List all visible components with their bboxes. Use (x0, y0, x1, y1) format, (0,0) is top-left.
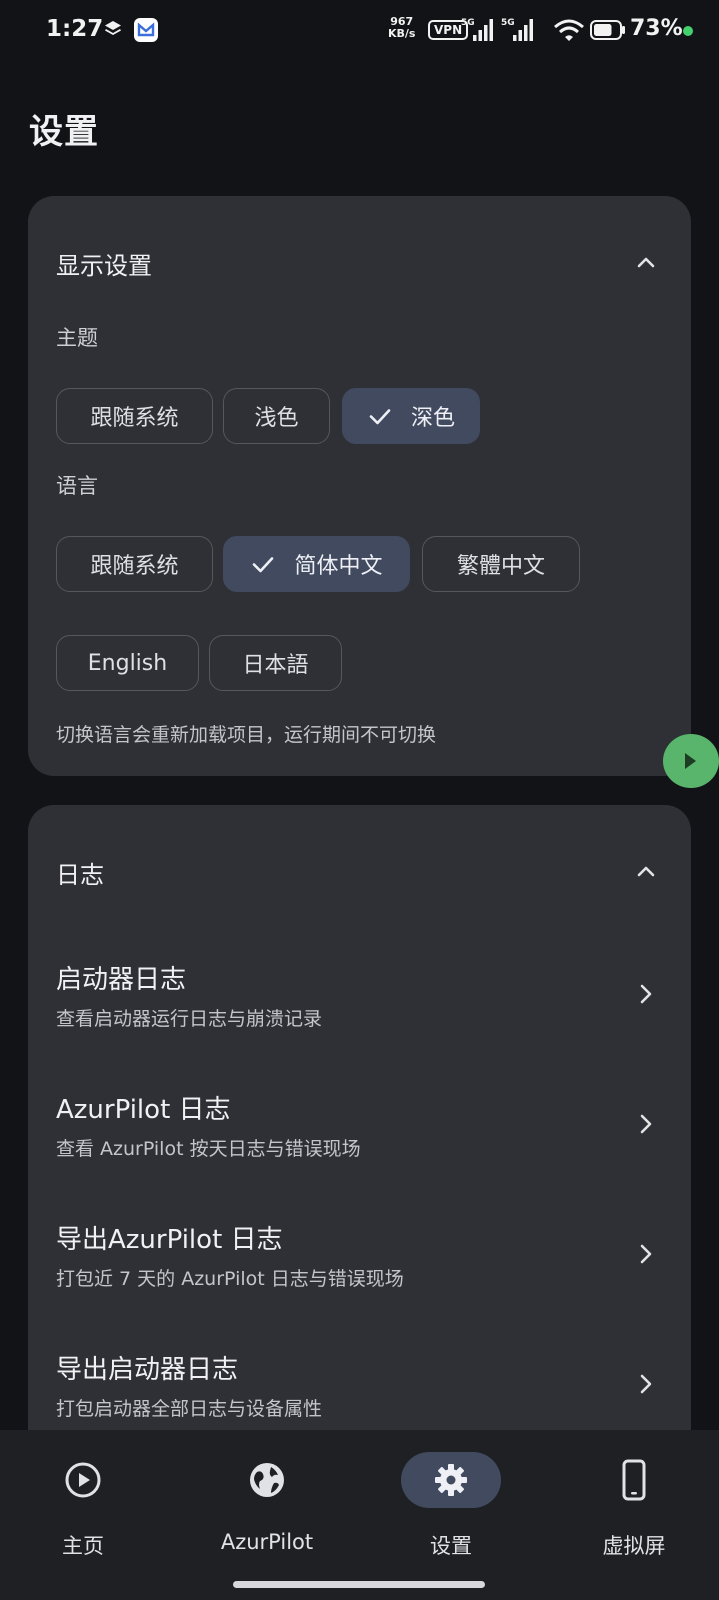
battery-icon (590, 20, 625, 40)
language-switch-hint: 切换语言会重新加载项目，运行期间不可切换 (56, 724, 437, 746)
gear-icon (435, 1464, 467, 1496)
check-icon (253, 557, 274, 573)
chevron-right-icon (640, 1114, 652, 1134)
theme-option-dark[interactable]: 深色 (342, 388, 480, 444)
chevron-right-icon (640, 1244, 652, 1264)
language-label: 语言 (56, 474, 98, 498)
nav-label: 设置 (430, 1534, 472, 1558)
log-item-subtitle: 打包启动器全部日志与设备属性 (56, 1398, 323, 1420)
mail-app-icon (134, 18, 158, 42)
battery-percent: 73% (630, 16, 683, 41)
cell-signal-icon: 5G (501, 18, 533, 41)
language-option-japanese[interactable]: 日本語 (209, 635, 342, 691)
chip-label: 跟随系统 (90, 554, 179, 579)
log-item-subtitle: 查看启动器运行日志与崩溃记录 (56, 1008, 323, 1030)
status-time: 1:27 (46, 16, 104, 42)
language-option-english[interactable]: English (56, 635, 199, 691)
log-item-export-azurpilot-logs[interactable]: 导出AzurPilot 日志 打包近 7 天的 AzurPilot 日志与错误现… (28, 1219, 691, 1329)
nav-item-virtual-screen[interactable]: 虚拟屏 (544, 1430, 719, 1570)
log-item-azurpilot-logs[interactable]: AzurPilot 日志 查看 AzurPilot 按天日志与错误现场 (28, 1089, 691, 1199)
chevron-up-icon[interactable] (633, 250, 659, 276)
nav-icon-container (217, 1452, 317, 1508)
chip-label: 深色 (410, 406, 455, 431)
floating-run-button[interactable] (663, 734, 719, 788)
home-indicator-bar[interactable] (233, 1581, 485, 1588)
nav-item-azurpilot[interactable]: AzurPilot (177, 1430, 357, 1570)
battery-fill (594, 24, 612, 36)
play-icon (685, 753, 696, 769)
network-speed-unit: KB/s (388, 27, 416, 40)
log-item-title: 启动器日志 (56, 965, 187, 995)
chip-label: 简体中文 (294, 554, 383, 579)
cell-signal-icon: 5G (461, 18, 493, 41)
chip-label: English (87, 650, 168, 676)
chip-label: 繁體中文 (456, 554, 545, 579)
log-item-launcher-logs[interactable]: 启动器日志 查看启动器运行日志与崩溃记录 (28, 959, 691, 1069)
display-settings-title: 显示设置 (56, 252, 152, 280)
phone-icon (622, 1459, 646, 1501)
language-option-simplified-chinese[interactable]: 简体中文 (223, 536, 410, 592)
settings-screen: 1:27 967 KB/s VPN 5G 5G 73% 设置 显示设置 主题 跟… (0, 0, 719, 1600)
chip-label: 浅色 (254, 406, 299, 431)
nav-icon-container (33, 1452, 133, 1508)
chip-label: 跟随系统 (90, 406, 179, 431)
chevron-right-icon (640, 984, 652, 1004)
nav-label: 虚拟屏 (602, 1534, 666, 1558)
play-circle-icon (65, 1462, 101, 1498)
nav-item-home[interactable]: 主页 (0, 1430, 173, 1570)
signal-1-label: 5G (461, 18, 475, 28)
log-item-title: 导出AzurPilot 日志 (56, 1225, 283, 1255)
language-option-traditional-chinese[interactable]: 繁體中文 (422, 536, 580, 592)
layers-icon (105, 21, 121, 35)
bottom-navigation: 主页 AzurPilot 设置 虚拟屏 (0, 1430, 719, 1600)
logs-title: 日志 (56, 861, 104, 889)
display-settings-card: 显示设置 主题 跟随系统 浅色 深色 语言 跟随系统 简体中文 繁體中文 Eng… (28, 196, 691, 776)
status-bar: 1:27 967 KB/s VPN 5G 5G 73% (0, 0, 719, 62)
log-item-title: 导出启动器日志 (56, 1355, 239, 1385)
globe-icon (250, 1463, 284, 1497)
theme-option-light[interactable]: 浅色 (223, 388, 330, 444)
theme-option-follow-system[interactable]: 跟随系统 (56, 388, 213, 444)
nav-icon-container (584, 1452, 684, 1508)
theme-label: 主题 (56, 326, 98, 350)
wifi-icon (554, 19, 584, 41)
log-item-title: AzurPilot 日志 (56, 1095, 231, 1125)
page-title: 设置 (29, 112, 99, 152)
signal-2-label: 5G (501, 18, 515, 28)
chevron-up-icon[interactable] (633, 859, 659, 885)
network-speed: 967 KB/s (388, 16, 415, 40)
nav-icon-container (401, 1452, 501, 1508)
privacy-indicator-dot (683, 26, 693, 36)
chevron-right-icon (640, 1374, 652, 1394)
check-icon (369, 409, 391, 425)
log-item-subtitle: 打包近 7 天的 AzurPilot 日志与错误现场 (56, 1268, 404, 1290)
nav-label: AzurPilot (220, 1530, 314, 1554)
log-item-subtitle: 查看 AzurPilot 按天日志与错误现场 (56, 1138, 361, 1160)
chip-label: 日本語 (242, 653, 309, 678)
language-option-follow-system[interactable]: 跟随系统 (56, 536, 213, 592)
nav-label: 主页 (62, 1534, 104, 1558)
nav-item-settings[interactable]: 设置 (361, 1430, 541, 1570)
